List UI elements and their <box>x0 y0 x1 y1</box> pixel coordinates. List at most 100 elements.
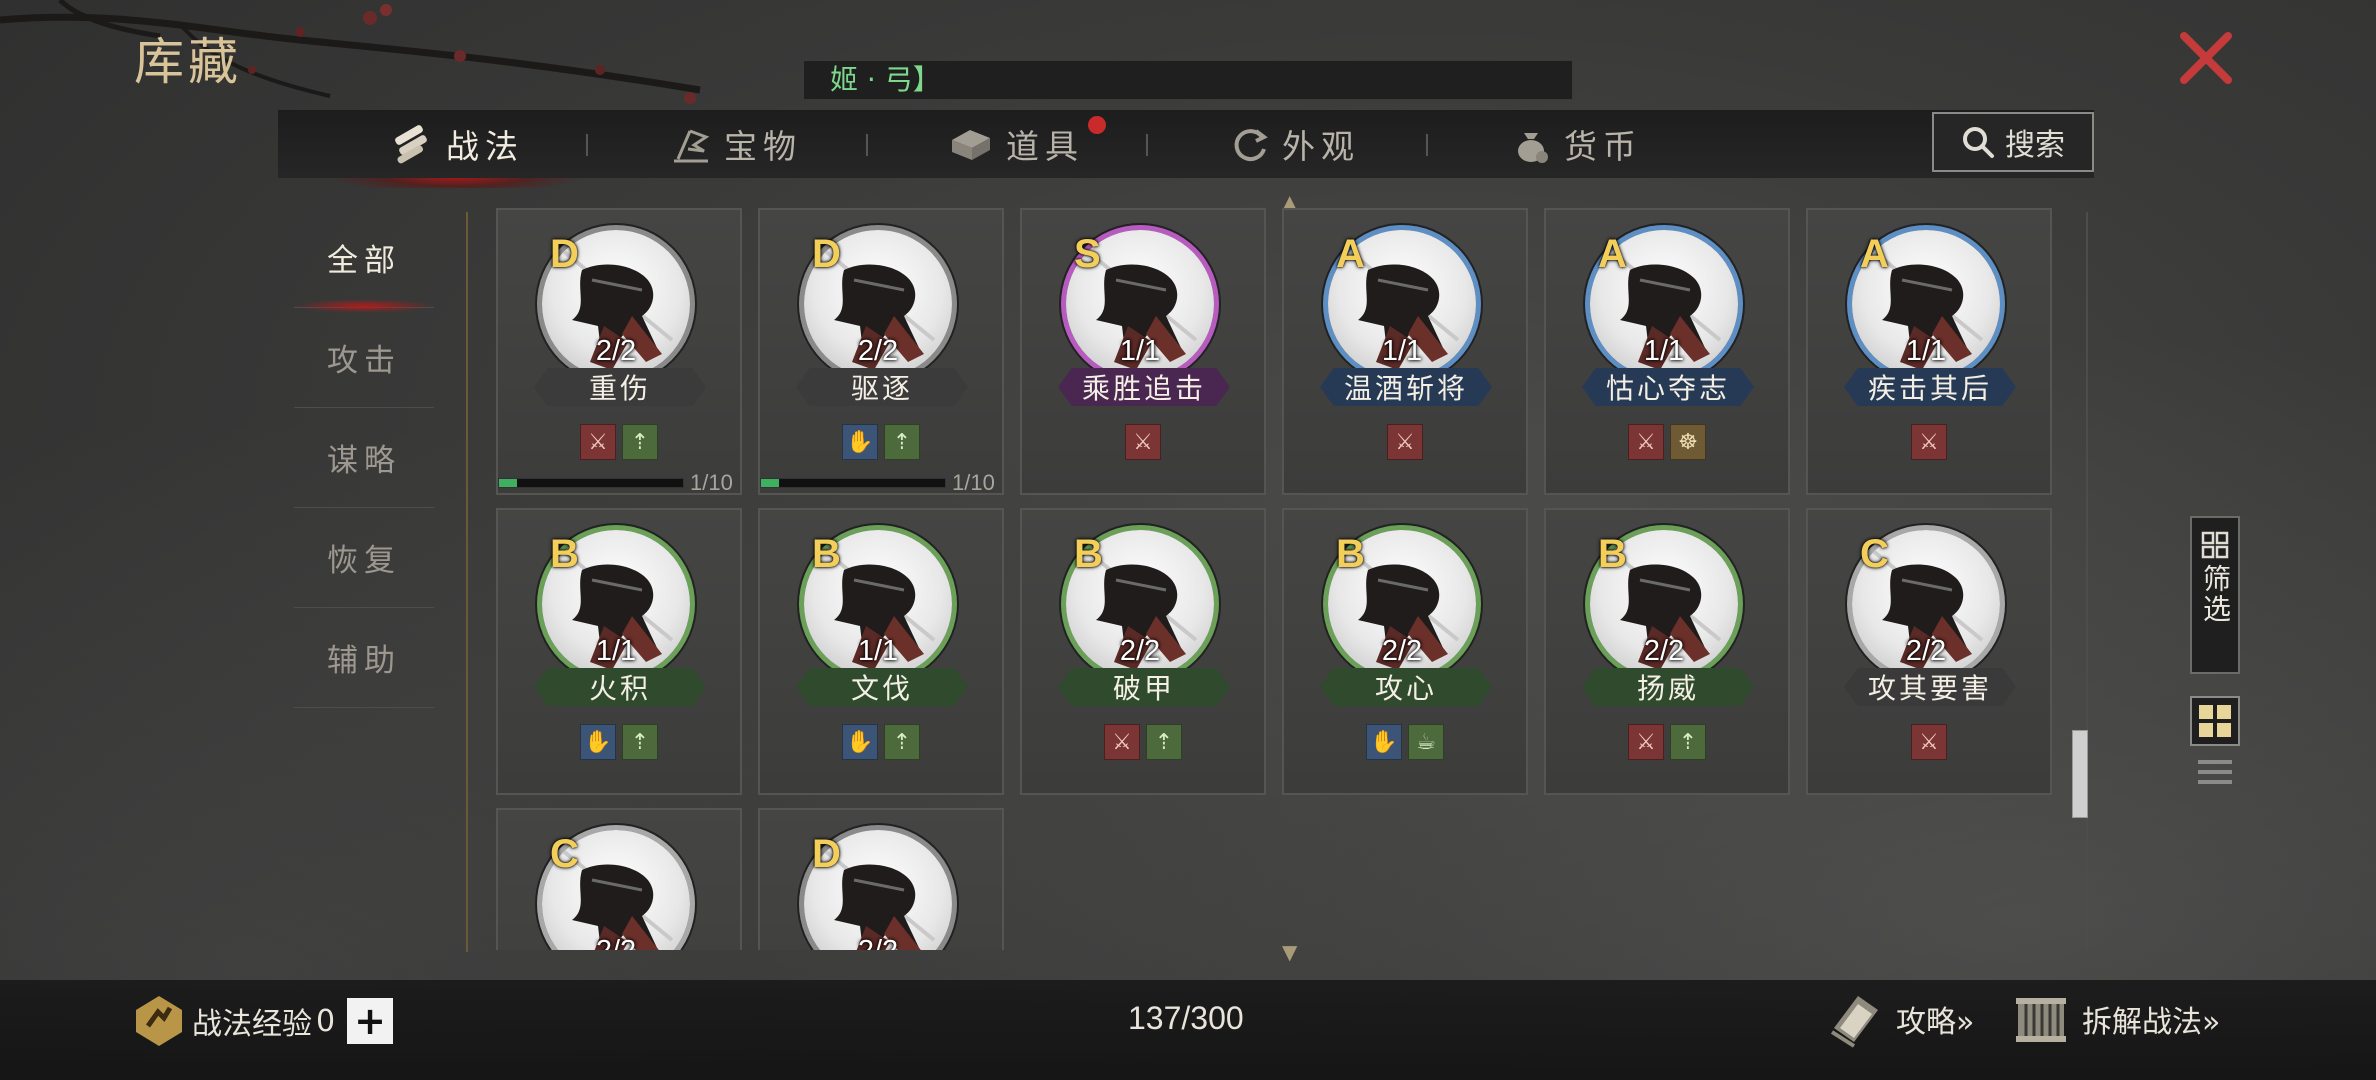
skill-type-icons: ⚔ ⇡ <box>498 424 740 460</box>
progress-fill <box>761 479 780 487</box>
filter-grid-icon <box>2201 531 2229 559</box>
refresh-icon <box>1234 129 1268 162</box>
skill-card[interactable]: D 2/2 驱逐 ✋ ⇡ 1/10 <box>758 208 1004 495</box>
close-icon[interactable] <box>2176 28 2236 88</box>
heal-type-icon: ☕ <box>1408 724 1444 760</box>
skill-type-icons: ⚔ ⇡ <box>1546 724 1788 760</box>
skill-exp-label: 战法经验 <box>192 1007 312 1042</box>
tab-treasures[interactable]: 宝物 <box>670 110 802 178</box>
skill-count: 1/1 <box>1381 335 1423 367</box>
tab-bar: 战法 宝物 道具 外观 货币 <box>278 110 2094 188</box>
skill-name: 疾击其后 <box>1844 368 2016 406</box>
skill-card[interactable]: D 2/2 重伤 ⚔ ⇡ 1/10 <box>496 208 742 495</box>
skill-exp-icon <box>136 996 182 1046</box>
storage-capacity: 137/300 <box>1128 1000 1244 1036</box>
skill-grade: D <box>812 832 841 876</box>
skill-card[interactable]: B 1/1 火积 ✋ ⇡ <box>496 508 742 795</box>
category-recovery[interactable]: 恢复 <box>294 508 434 608</box>
skill-card[interactable]: B 2/2 扬威 ⚔ ⇡ <box>1544 508 1790 795</box>
skill-grade: D <box>812 232 841 276</box>
nav-divider-line <box>466 212 468 952</box>
skill-name: 重伤 <box>534 368 706 406</box>
skill-grade: B <box>1336 532 1365 576</box>
skill-name: 驱逐 <box>796 368 968 406</box>
skill-grid: D 2/2 重伤 ⚔ ⇡ 1/10 D 2/2 驱逐 ✋ ⇡ 1/10 S 1/1 乘胜追击 ⚔ A 1/1 温酒斩… <box>496 208 2060 950</box>
page-title: 库藏 <box>134 33 242 91</box>
attack-type-icon: ⚔ <box>1387 424 1423 460</box>
progress-bar <box>498 478 684 488</box>
skill-name: 攻其要害 <box>1844 668 2016 706</box>
skill-card[interactable]: B 2/2 攻心 ✋ ☕ <box>1282 508 1528 795</box>
tab-items-label: 道具 <box>1006 127 1084 166</box>
flag-icon <box>674 129 710 163</box>
skill-type-icons: ✋ ⇡ <box>498 724 740 760</box>
search-button[interactable]: 搜索 <box>1932 112 2094 172</box>
skill-type-icons: ⚔ <box>1808 424 2050 460</box>
skill-count: 2/2 <box>1643 635 1685 667</box>
money-bag-icon <box>1518 133 1548 163</box>
bamboo-scroll-icon <box>2016 998 2066 1042</box>
skill-level-progress: 1/10 <box>760 470 1004 495</box>
guide-button[interactable]: 攻略» <box>1824 988 1974 1050</box>
skill-name: 乘胜追击 <box>1058 368 1230 406</box>
tab-currency[interactable]: 货币 <box>1510 110 1642 178</box>
skill-card[interactable]: C 2/2 攻其要害 ⚔ <box>1806 508 2052 795</box>
guide-book-icon <box>1830 996 1878 1048</box>
attack-type-icon: ⚔ <box>580 424 616 460</box>
scrollbar-thumb[interactable] <box>2072 730 2088 818</box>
skill-type-icons: ⚔ <box>1022 424 1264 460</box>
skill-grade: D <box>550 232 579 276</box>
notification-badge <box>1088 116 1106 134</box>
add-exp-button[interactable]: + <box>347 998 394 1044</box>
guide-label: 攻略» <box>1896 1005 1975 1040</box>
tab-currency-label: 货币 <box>1564 127 1642 166</box>
category-label: 恢复 <box>327 543 401 579</box>
category-label: 全部 <box>327 243 401 279</box>
disassemble-skill-button[interactable]: 拆解战法» <box>2010 988 2220 1050</box>
filter-button[interactable]: 筛选 <box>2190 516 2240 674</box>
skill-count: 1/1 <box>1643 335 1685 367</box>
skill-count: 1/1 <box>595 635 637 667</box>
skill-count: 2/2 <box>804 935 952 950</box>
scroll-down-arrow[interactable]: ▼ <box>1282 940 1297 964</box>
tab-skills[interactable]: 战法 <box>328 110 584 188</box>
skill-grade: C <box>550 832 579 876</box>
skill-card[interactable]: S 1/1 乘胜追击 ⚔ <box>1020 208 1266 495</box>
grid-view-toggle-icon[interactable] <box>2190 696 2240 746</box>
tactic-type-icon: ✋ <box>580 724 616 760</box>
attack-type-icon: ⚔ <box>1125 424 1161 460</box>
category-strategy[interactable]: 谋略 <box>294 408 434 508</box>
tab-appearance[interactable]: 外观 <box>1228 110 1360 178</box>
skill-grade: B <box>1074 532 1103 576</box>
tactic-type-icon: ✋ <box>842 724 878 760</box>
skill-card[interactable]: D 2/2 <box>758 808 1004 950</box>
skill-level-progress: 1/10 <box>498 470 742 495</box>
skill-name: 温酒斩将 <box>1320 368 1492 406</box>
skill-count: 1/1 <box>1905 335 1947 367</box>
category-attack[interactable]: 攻击 <box>294 308 434 408</box>
skill-name: 扬威 <box>1582 668 1754 706</box>
list-view-toggle-icon[interactable] <box>2198 760 2232 794</box>
skill-name: 破甲 <box>1058 668 1230 706</box>
skill-grade: B <box>550 532 579 576</box>
skill-type-icons: ✋ ⇡ <box>760 424 1002 460</box>
skill-card[interactable]: A 1/1 温酒斩将 ⚔ <box>1282 208 1528 495</box>
skill-card[interactable]: A 1/1 怙心夺志 ⚔ ☸ <box>1544 208 1790 495</box>
skill-exp-value: 0 <box>316 1003 336 1039</box>
skill-card[interactable]: B 1/1 文伐 ✋ ⇡ <box>758 508 1004 795</box>
buff-type-icon: ⇡ <box>1670 724 1706 760</box>
skill-card[interactable]: A 1/1 疾击其后 ⚔ <box>1806 208 2052 495</box>
chest-icon <box>952 130 990 160</box>
tab-items[interactable]: 道具 <box>948 110 1106 178</box>
attack-type-icon: ⚔ <box>1628 424 1664 460</box>
skill-exp: 战法经验 0 + <box>130 992 394 1050</box>
skill-grade: C <box>1860 532 1889 576</box>
skill-card[interactable]: C 2/2 <box>496 808 742 950</box>
skill-name: 怙心夺志 <box>1582 368 1754 406</box>
skill-count: 2/2 <box>1381 635 1423 667</box>
skill-type-icons: ✋ ⇡ <box>760 724 1002 760</box>
tactic-type-icon: ✋ <box>1366 724 1402 760</box>
skill-card[interactable]: B 2/2 破甲 ⚔ ⇡ <box>1020 508 1266 795</box>
category-support[interactable]: 辅助 <box>294 608 434 708</box>
category-all[interactable]: 全部 <box>294 208 434 313</box>
